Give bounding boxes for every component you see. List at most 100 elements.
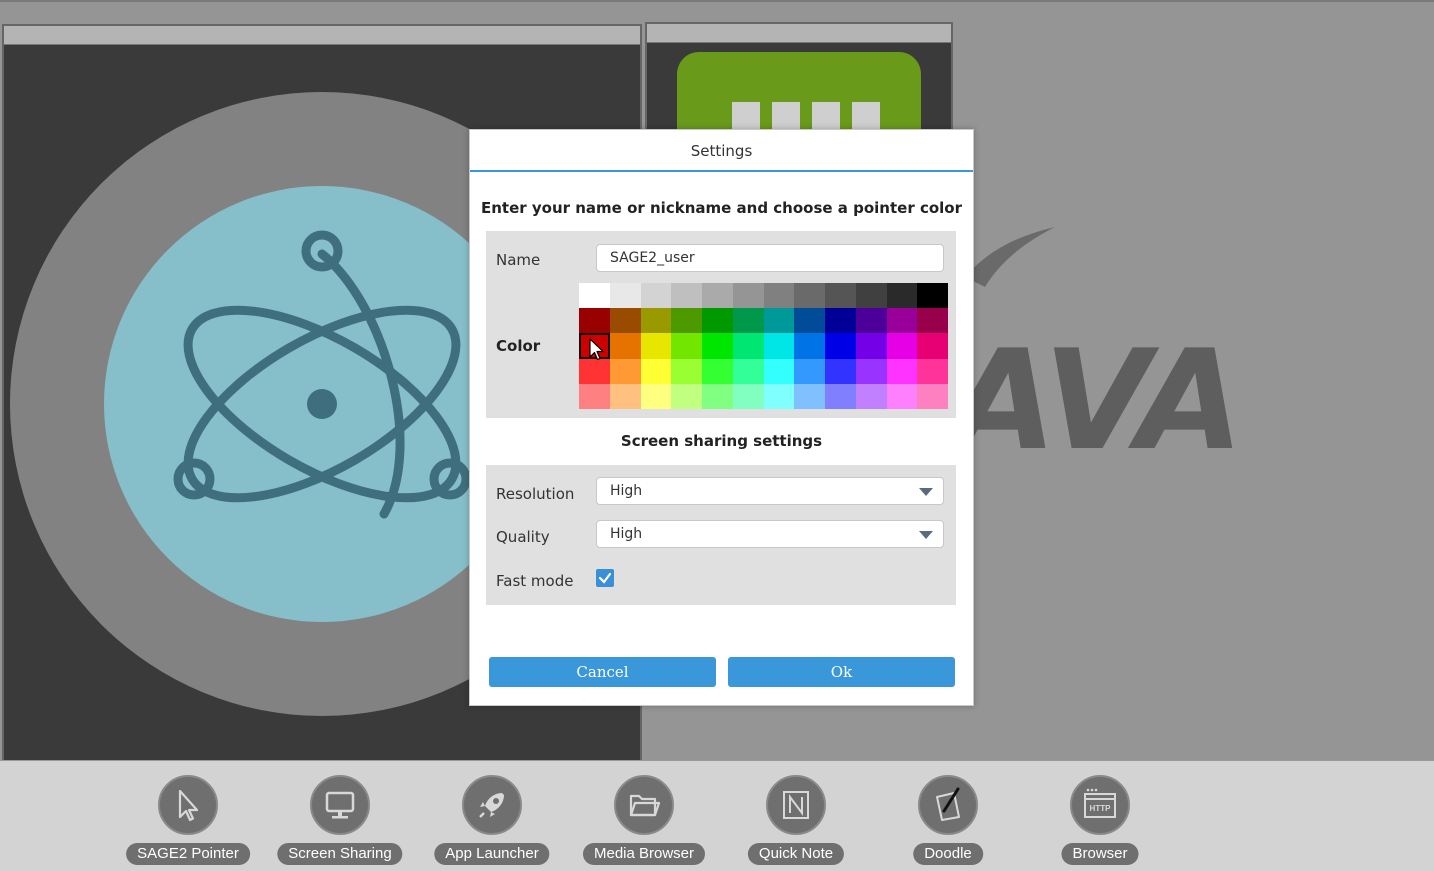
- color-swatch[interactable]: [825, 283, 856, 309]
- color-swatch[interactable]: [640, 283, 672, 309]
- color-swatch[interactable]: [579, 383, 610, 409]
- color-swatch[interactable]: [886, 308, 918, 334]
- color-swatch[interactable]: [794, 333, 825, 359]
- color-swatch[interactable]: [609, 358, 641, 384]
- taskbar-item-media-browser[interactable]: Media Browser: [579, 775, 709, 867]
- java-logo-text: AVA: [950, 320, 1244, 481]
- color-swatch[interactable]: [671, 333, 702, 359]
- color-swatch[interactable]: [917, 308, 948, 334]
- color-swatch[interactable]: [609, 333, 641, 359]
- chevron-down-icon: [919, 531, 933, 539]
- color-swatch[interactable]: [671, 283, 702, 309]
- taskbar-label: Screen Sharing: [277, 843, 403, 865]
- color-swatch[interactable]: [702, 358, 733, 384]
- app-window-green[interactable]: [645, 22, 953, 142]
- color-swatch[interactable]: [794, 283, 825, 309]
- color-swatch[interactable]: [640, 333, 672, 359]
- color-swatch[interactable]: [609, 383, 641, 409]
- color-swatch[interactable]: [794, 308, 825, 334]
- taskbar-item-quick-note[interactable]: Quick Note: [731, 775, 861, 867]
- color-swatch[interactable]: [886, 333, 918, 359]
- color-swatch[interactable]: [855, 383, 887, 409]
- taskbar-item-browser[interactable]: HTTP Browser: [1035, 775, 1165, 867]
- color-swatch[interactable]: [917, 383, 948, 409]
- note-icon[interactable]: [766, 775, 826, 835]
- color-swatch[interactable]: [640, 308, 672, 334]
- color-swatch[interactable]: [609, 283, 641, 309]
- color-swatch[interactable]: [763, 333, 795, 359]
- color-swatch[interactable]: [702, 308, 733, 334]
- color-swatch[interactable]: [763, 283, 795, 309]
- color-swatch[interactable]: [702, 383, 733, 409]
- rocket-icon[interactable]: [462, 775, 522, 835]
- color-swatch[interactable]: [732, 383, 764, 409]
- color-swatch[interactable]: [794, 358, 825, 384]
- svg-text:HTTP: HTTP: [1090, 804, 1112, 813]
- color-swatch[interactable]: [917, 358, 948, 384]
- taskbar-item-screen-sharing[interactable]: Screen Sharing: [275, 775, 405, 867]
- monitor-icon[interactable]: [310, 775, 370, 835]
- color-swatch[interactable]: [825, 383, 856, 409]
- color-swatch[interactable]: [640, 358, 672, 384]
- color-palette: [579, 283, 948, 409]
- color-swatch[interactable]: [671, 308, 702, 334]
- color-swatch[interactable]: [671, 358, 702, 384]
- taskbar-item-doodle[interactable]: Doodle: [883, 775, 1013, 867]
- name-label: Name: [496, 251, 541, 269]
- taskbar-label: Browser: [1061, 843, 1139, 865]
- screen-sharing-panel: Resolution High Quality High Fast mode: [486, 465, 956, 605]
- color-swatch[interactable]: [825, 333, 856, 359]
- color-swatch[interactable]: [732, 333, 764, 359]
- fast-mode-label: Fast mode: [496, 572, 574, 590]
- http-browser-icon[interactable]: HTTP: [1070, 775, 1130, 835]
- taskbar-item-app-launcher[interactable]: App Launcher: [427, 775, 557, 867]
- color-swatch[interactable]: [855, 308, 887, 334]
- color-swatch[interactable]: [702, 283, 733, 309]
- color-swatch[interactable]: [825, 358, 856, 384]
- window-titlebar[interactable]: [4, 26, 640, 45]
- color-swatch[interactable]: [917, 333, 948, 359]
- color-swatch[interactable]: [640, 383, 672, 409]
- mouse-cursor-icon: [589, 338, 604, 361]
- color-swatch[interactable]: [886, 358, 918, 384]
- color-swatch[interactable]: [886, 283, 918, 309]
- color-swatch[interactable]: [763, 308, 795, 334]
- color-swatch[interactable]: [825, 308, 856, 334]
- color-swatch[interactable]: [671, 383, 702, 409]
- color-swatch[interactable]: [917, 283, 948, 309]
- pointer-icon[interactable]: [158, 775, 218, 835]
- taskbar-item-sage2-pointer[interactable]: SAGE2 Pointer: [123, 775, 253, 867]
- quality-label: Quality: [496, 528, 550, 546]
- window-titlebar[interactable]: [647, 24, 951, 43]
- color-label: Color: [496, 337, 541, 355]
- color-swatch[interactable]: [732, 283, 764, 309]
- color-swatch[interactable]: [855, 358, 887, 384]
- pen-icon[interactable]: [918, 775, 978, 835]
- color-swatch[interactable]: [763, 383, 795, 409]
- color-swatch[interactable]: [609, 308, 641, 334]
- taskbar-label: Media Browser: [582, 843, 706, 865]
- color-swatch[interactable]: [579, 308, 610, 334]
- color-swatch[interactable]: [886, 383, 918, 409]
- cancel-button[interactable]: Cancel: [489, 657, 716, 687]
- name-input[interactable]: SAGE2_user: [596, 244, 944, 272]
- checkmark-icon: [598, 572, 612, 584]
- screen-sharing-heading: Screen sharing settings: [620, 432, 823, 450]
- color-swatch[interactable]: [763, 358, 795, 384]
- color-swatch[interactable]: [732, 308, 764, 334]
- quality-select[interactable]: High: [596, 520, 944, 548]
- color-swatch[interactable]: [579, 283, 610, 309]
- color-swatch[interactable]: [579, 358, 610, 384]
- taskbar-label: App Launcher: [434, 843, 550, 865]
- resolution-select[interactable]: High: [596, 477, 944, 505]
- taskbar-label: SAGE2 Pointer: [126, 843, 250, 865]
- color-swatch[interactable]: [732, 358, 764, 384]
- color-swatch[interactable]: [702, 333, 733, 359]
- color-swatch[interactable]: [855, 283, 887, 309]
- fast-mode-checkbox[interactable]: [596, 569, 614, 587]
- ok-button[interactable]: Ok: [728, 657, 955, 687]
- taskbar-label: Doodle: [913, 843, 983, 865]
- color-swatch[interactable]: [794, 383, 825, 409]
- folder-icon[interactable]: [614, 775, 674, 835]
- color-swatch[interactable]: [855, 333, 887, 359]
